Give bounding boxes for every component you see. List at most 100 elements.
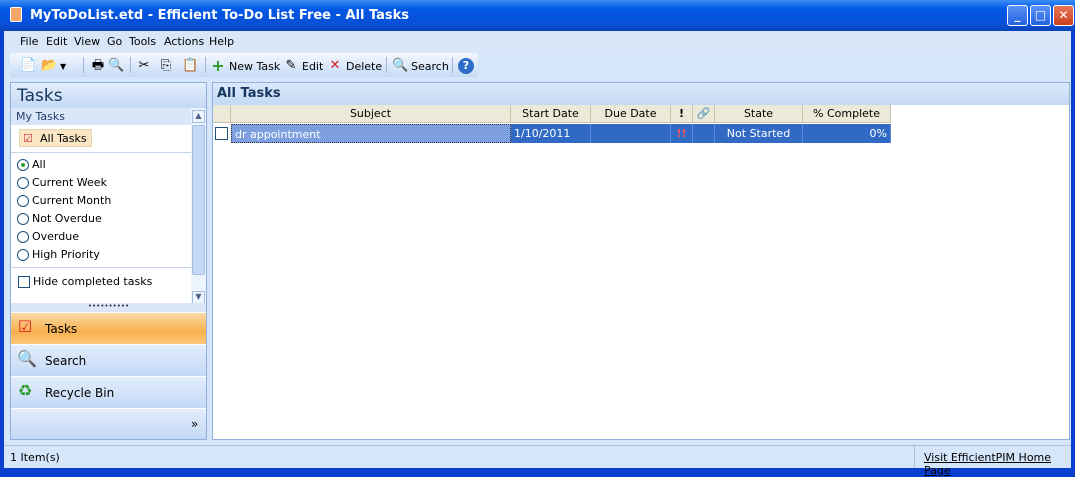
- hide-completed-label: Hide completed tasks: [33, 275, 153, 288]
- column-header-complete[interactable]: % Complete: [803, 105, 891, 123]
- new-task-button[interactable]: + New Task: [210, 58, 280, 74]
- my-tasks-group[interactable]: My Tasks: [11, 108, 191, 125]
- column-header-due-date[interactable]: Due Date: [591, 105, 671, 123]
- new-file-icon[interactable]: 📄: [20, 58, 36, 74]
- filter-overdue[interactable]: Overdue: [17, 230, 79, 243]
- filter-label: Overdue: [32, 230, 79, 243]
- chevron-double-down-icon[interactable]: »: [191, 417, 198, 431]
- search-label: Search: [411, 59, 449, 73]
- filter-label: Not Overdue: [32, 212, 102, 225]
- column-header-priority[interactable]: !: [671, 105, 693, 123]
- pane-title: All Tasks: [213, 83, 1069, 105]
- checkbox-icon: [18, 275, 30, 288]
- radio-icon: [17, 158, 29, 171]
- nav-overflow[interactable]: »: [11, 408, 206, 439]
- filter-current-month[interactable]: Current Month: [17, 194, 111, 207]
- filter-current-week[interactable]: Current Week: [17, 176, 107, 189]
- delete-button[interactable]: ✕ Delete: [327, 58, 383, 74]
- scroll-thumb[interactable]: [192, 125, 205, 275]
- menu-go[interactable]: Go: [107, 35, 122, 48]
- all-tasks-folder[interactable]: ☑ All Tasks: [19, 129, 92, 147]
- column-header-start-date[interactable]: Start Date: [511, 105, 591, 123]
- search-button[interactable]: 🔍 Search: [392, 58, 449, 74]
- app-icon: [10, 7, 22, 22]
- toolbar: 📄 📂 ▼ 🖶 🔍 ✂ ⎘ 📋 + New Task ✎ Edit ✕ Delete 🔍…: [10, 53, 478, 77]
- nav-tasks[interactable]: ☑ Tasks: [11, 312, 206, 344]
- cut-icon[interactable]: ✂: [136, 58, 152, 74]
- filter-high-priority[interactable]: High Priority: [17, 248, 100, 261]
- cell-due-date[interactable]: [591, 124, 671, 143]
- menu-edit[interactable]: Edit: [46, 35, 67, 48]
- separator: [130, 57, 131, 73]
- minimize-button[interactable]: _: [1007, 5, 1028, 26]
- radio-icon: [17, 176, 29, 189]
- dropdown-arrow-icon[interactable]: ▼: [60, 62, 66, 71]
- menu-help[interactable]: Help: [209, 35, 234, 48]
- scroll-up-icon[interactable]: ▲: [192, 110, 205, 123]
- clipboard-check-icon: ☑: [17, 317, 33, 336]
- menu-actions[interactable]: Actions: [164, 35, 204, 48]
- menu-file[interactable]: File: [20, 35, 38, 48]
- cell-attachment[interactable]: [693, 124, 715, 143]
- filter-all[interactable]: All: [17, 158, 46, 171]
- all-tasks-label: All Tasks: [40, 132, 87, 145]
- magnifier-icon: 🔍: [17, 349, 37, 368]
- print-preview-icon[interactable]: 🔍: [108, 58, 124, 74]
- column-header-state[interactable]: State: [715, 105, 803, 123]
- nav-label: Search: [45, 353, 87, 368]
- filter-label: Current Month: [32, 194, 112, 207]
- maximize-button[interactable]: □: [1030, 5, 1051, 26]
- radio-icon: [17, 248, 29, 261]
- separator: [386, 57, 387, 73]
- homepage-link[interactable]: Visit EfficientPIM Home Page: [924, 451, 1071, 477]
- new-task-label: New Task: [229, 59, 281, 73]
- cell-state[interactable]: Not Started: [715, 124, 803, 143]
- sidebar-scrollbar[interactable]: ▲ ▼: [191, 108, 206, 308]
- radio-icon: [17, 212, 29, 225]
- edit-label: Edit: [302, 59, 324, 73]
- cell-subject[interactable]: dr appointment: [231, 124, 511, 143]
- task-list-pane: All Tasks Subject Start Date Due Date ! …: [212, 82, 1070, 440]
- task-list-icon: ☑: [23, 132, 33, 145]
- open-folder-icon[interactable]: 📂: [41, 58, 57, 74]
- separator: [452, 57, 453, 73]
- delete-label: Delete: [346, 59, 383, 73]
- priority-flag-icon[interactable]: !!: [671, 124, 693, 143]
- column-header-check[interactable]: [213, 105, 231, 123]
- cell-complete[interactable]: 0%: [803, 124, 891, 143]
- filter-not-overdue[interactable]: Not Overdue: [17, 212, 102, 225]
- delete-x-icon: ✕: [329, 58, 341, 73]
- tasks-sidebar: Tasks My Tasks ☑ All Tasks All Current We…: [10, 82, 207, 440]
- nav-recycle-bin[interactable]: ♻ Recycle Bin: [11, 376, 206, 408]
- title-bar: MyToDoList.etd - Efficient To-Do List Fr…: [0, 0, 1075, 31]
- recycle-bin-icon: ♻: [17, 381, 33, 400]
- cell-start-date[interactable]: 1/10/2011: [511, 124, 591, 143]
- copy-icon[interactable]: ⎘: [158, 58, 174, 74]
- paste-icon[interactable]: 📋: [182, 58, 198, 74]
- nav-label: Tasks: [45, 321, 78, 336]
- hide-completed-checkbox[interactable]: Hide completed tasks: [18, 275, 152, 288]
- menu-view[interactable]: View: [74, 35, 100, 48]
- column-header-attachment[interactable]: 🔗: [693, 105, 715, 123]
- window-title: MyToDoList.etd - Efficient To-Do List Fr…: [30, 8, 410, 23]
- filter-label: All: [32, 158, 46, 171]
- separator: [83, 57, 84, 73]
- help-icon[interactable]: ?: [458, 58, 474, 74]
- radio-icon: [17, 194, 29, 207]
- menu-tools[interactable]: Tools: [129, 35, 156, 48]
- row-checkbox[interactable]: [213, 124, 231, 143]
- menu-bar: File Edit View Go Tools Actions Help: [4, 31, 1071, 52]
- nav-search[interactable]: 🔍 Search: [11, 344, 206, 376]
- nav-label: Recycle Bin: [45, 385, 115, 400]
- radio-icon: [17, 230, 29, 243]
- close-button[interactable]: ✕: [1053, 5, 1074, 26]
- item-count: 1 Item(s): [10, 451, 60, 464]
- edit-button[interactable]: ✎ Edit: [283, 58, 324, 74]
- print-icon[interactable]: 🖶: [90, 58, 106, 74]
- status-bar: 1 Item(s) Visit EfficientPIM Home Page: [4, 445, 1071, 477]
- column-header-subject[interactable]: Subject: [231, 105, 511, 123]
- filter-label: High Priority: [32, 248, 100, 261]
- filter-label: Current Week: [32, 176, 107, 189]
- search-icon: 🔍: [392, 58, 409, 73]
- pencil-icon: ✎: [285, 58, 297, 73]
